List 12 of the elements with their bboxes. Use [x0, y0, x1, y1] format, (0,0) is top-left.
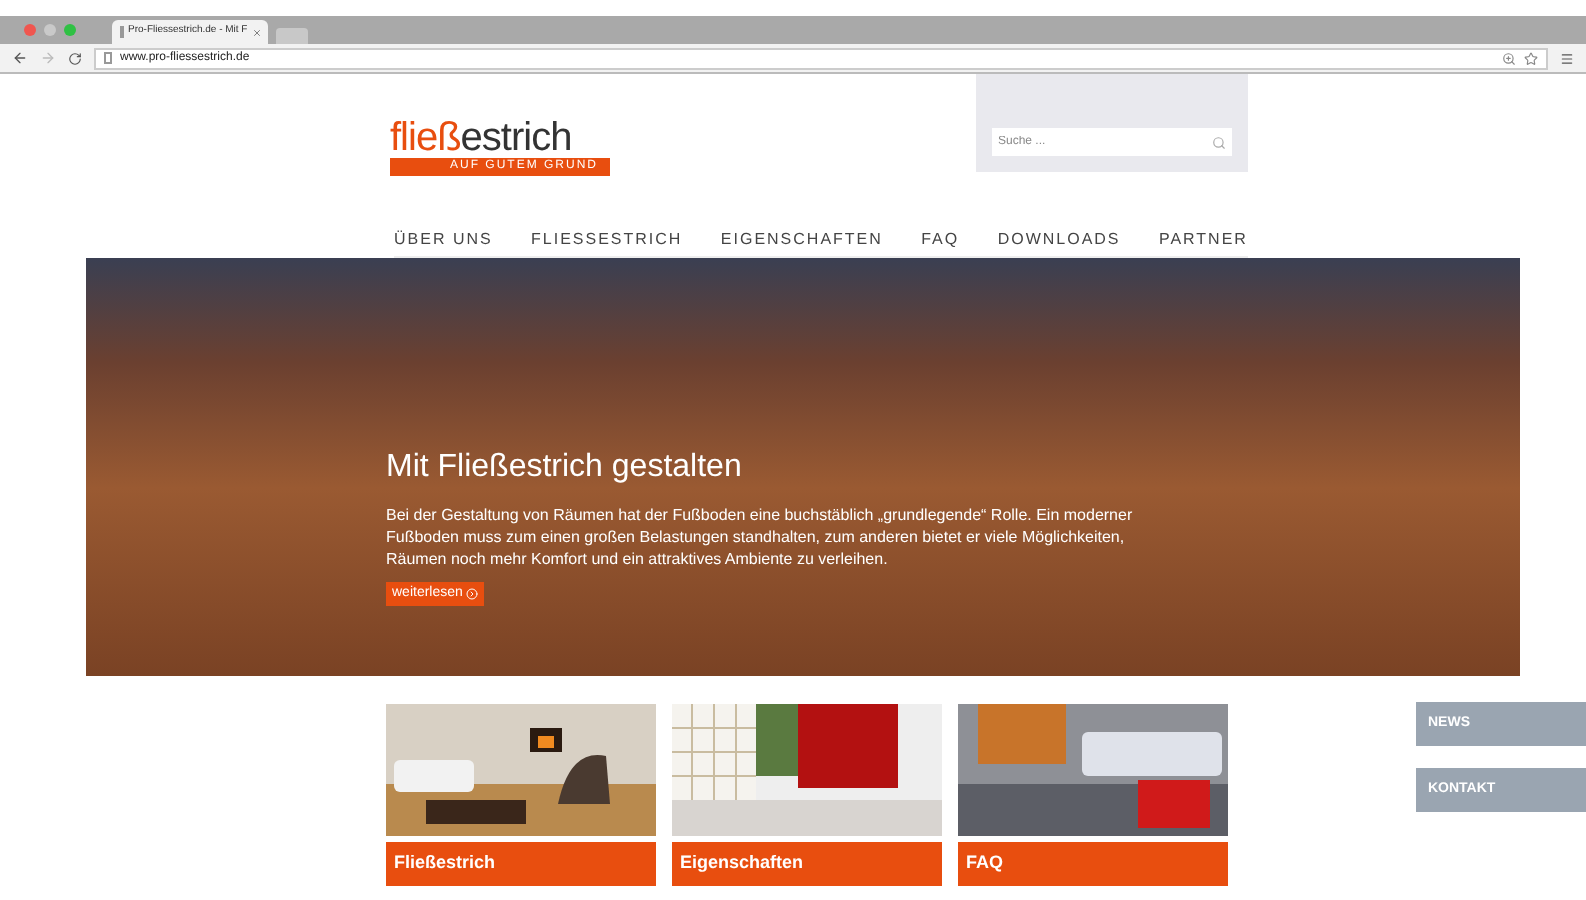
nav-link[interactable]: FLIESSESTRICH	[531, 227, 683, 251]
logo-wordmark[interactable]: fließestrich	[390, 118, 572, 158]
card-link[interactable]: Eigenschaften	[672, 842, 942, 886]
nav-link[interactable]: ÜBER UNS	[394, 227, 493, 251]
hero-text: Bei der Gestaltung von Räumen hat der Fußboden eine buchstäblich „grundlegende“ Rolle. Ein moderner Fußboden muss zum einen großen Belastungen standhalten, zum anderen bietet er viele Möglichkeiten, Räumen noch mehr Komfort und ein attraktives Ambiente zu verleihen.	[386, 503, 1135, 569]
nav-link[interactable]: PARTNER	[1158, 227, 1248, 251]
nav-link[interactable]: DOWNLOADS	[997, 227, 1121, 251]
nav-link[interactable]: FAQ	[921, 227, 960, 251]
card-link[interactable]: FAQ	[958, 842, 1228, 886]
nav-link[interactable]: EIGENSCHAFTEN	[720, 227, 883, 251]
card-link[interactable]: Fließestrich	[386, 842, 656, 886]
hero-title: Mit Fließestrich gestalten	[386, 447, 744, 487]
